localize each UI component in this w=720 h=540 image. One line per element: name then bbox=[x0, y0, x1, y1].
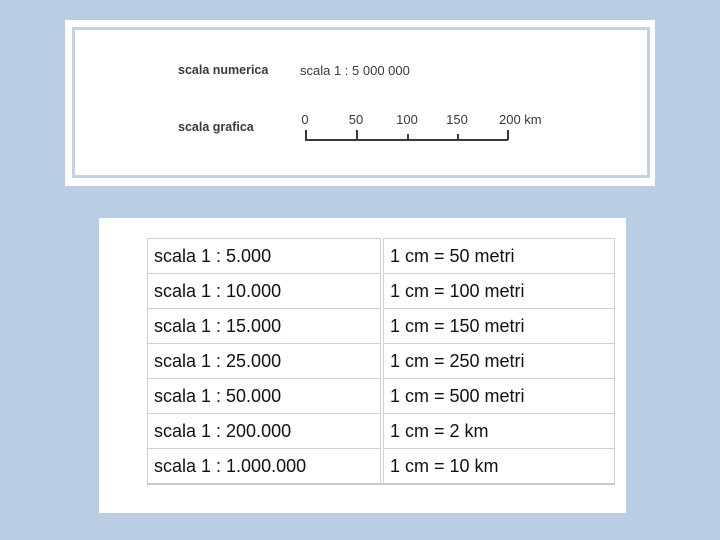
scale-tick-label: 150 bbox=[446, 112, 468, 127]
equivalence-cell: 1 cm = 10 km bbox=[383, 448, 615, 483]
scale-cell: scala 1 : 5.000 bbox=[147, 238, 381, 273]
numeric-scale-label: scala numerica bbox=[178, 63, 269, 77]
equivalence-cell: 1 cm = 50 metri bbox=[383, 238, 615, 273]
table-row: scala 1 : 200.000 1 cm = 2 km bbox=[147, 413, 615, 448]
scale-tick-label: 100 bbox=[396, 112, 418, 127]
numeric-scale-value: scala 1 : 5 000 000 bbox=[300, 63, 410, 78]
table-row: scala 1 : 15.000 1 cm = 150 metri bbox=[147, 308, 615, 343]
equivalence-cell: 1 cm = 2 km bbox=[383, 413, 615, 448]
table-row: scala 1 : 25.000 1 cm = 250 metri bbox=[147, 343, 615, 378]
scale-types-panel: scala numerica scala 1 : 5 000 000 scala… bbox=[65, 20, 655, 186]
scale-equivalence-table: scala 1 : 5.000 1 cm = 50 metri scala 1 … bbox=[147, 238, 615, 485]
scale-tick bbox=[407, 134, 409, 140]
table-row: scala 1 : 5.000 1 cm = 50 metri bbox=[147, 238, 615, 273]
graphic-scale-bar: 0 50 100 150 200 km bbox=[285, 110, 575, 150]
scale-tick-label: 200 km bbox=[499, 112, 542, 127]
equivalence-cell: 1 cm = 150 metri bbox=[383, 308, 615, 343]
panel-frame bbox=[72, 27, 650, 178]
scale-tick bbox=[356, 130, 358, 140]
equivalence-cell: 1 cm = 100 metri bbox=[383, 273, 615, 308]
scale-cell: scala 1 : 1.000.000 bbox=[147, 448, 381, 483]
scale-cell: scala 1 : 50.000 bbox=[147, 378, 381, 413]
table-row: scala 1 : 50.000 1 cm = 500 metri bbox=[147, 378, 615, 413]
equivalence-cell: 1 cm = 250 metri bbox=[383, 343, 615, 378]
table-row: scala 1 : 10.000 1 cm = 100 metri bbox=[147, 273, 615, 308]
scale-tick bbox=[507, 130, 509, 140]
scale-cell: scala 1 : 15.000 bbox=[147, 308, 381, 343]
scale-equivalence-panel: scala 1 : 5.000 1 cm = 50 metri scala 1 … bbox=[99, 218, 626, 513]
scale-tick bbox=[305, 130, 307, 140]
scale-tick-label: 0 bbox=[301, 112, 309, 127]
graphic-scale-label: scala grafica bbox=[178, 120, 254, 134]
scale-cell: scala 1 : 10.000 bbox=[147, 273, 381, 308]
equivalence-cell: 1 cm = 500 metri bbox=[383, 378, 615, 413]
scale-cell: scala 1 : 200.000 bbox=[147, 413, 381, 448]
scale-tick bbox=[457, 134, 459, 140]
scale-cell: scala 1 : 25.000 bbox=[147, 343, 381, 378]
scale-tick-label: 50 bbox=[348, 112, 364, 127]
table-row: scala 1 : 1.000.000 1 cm = 10 km bbox=[147, 448, 615, 483]
